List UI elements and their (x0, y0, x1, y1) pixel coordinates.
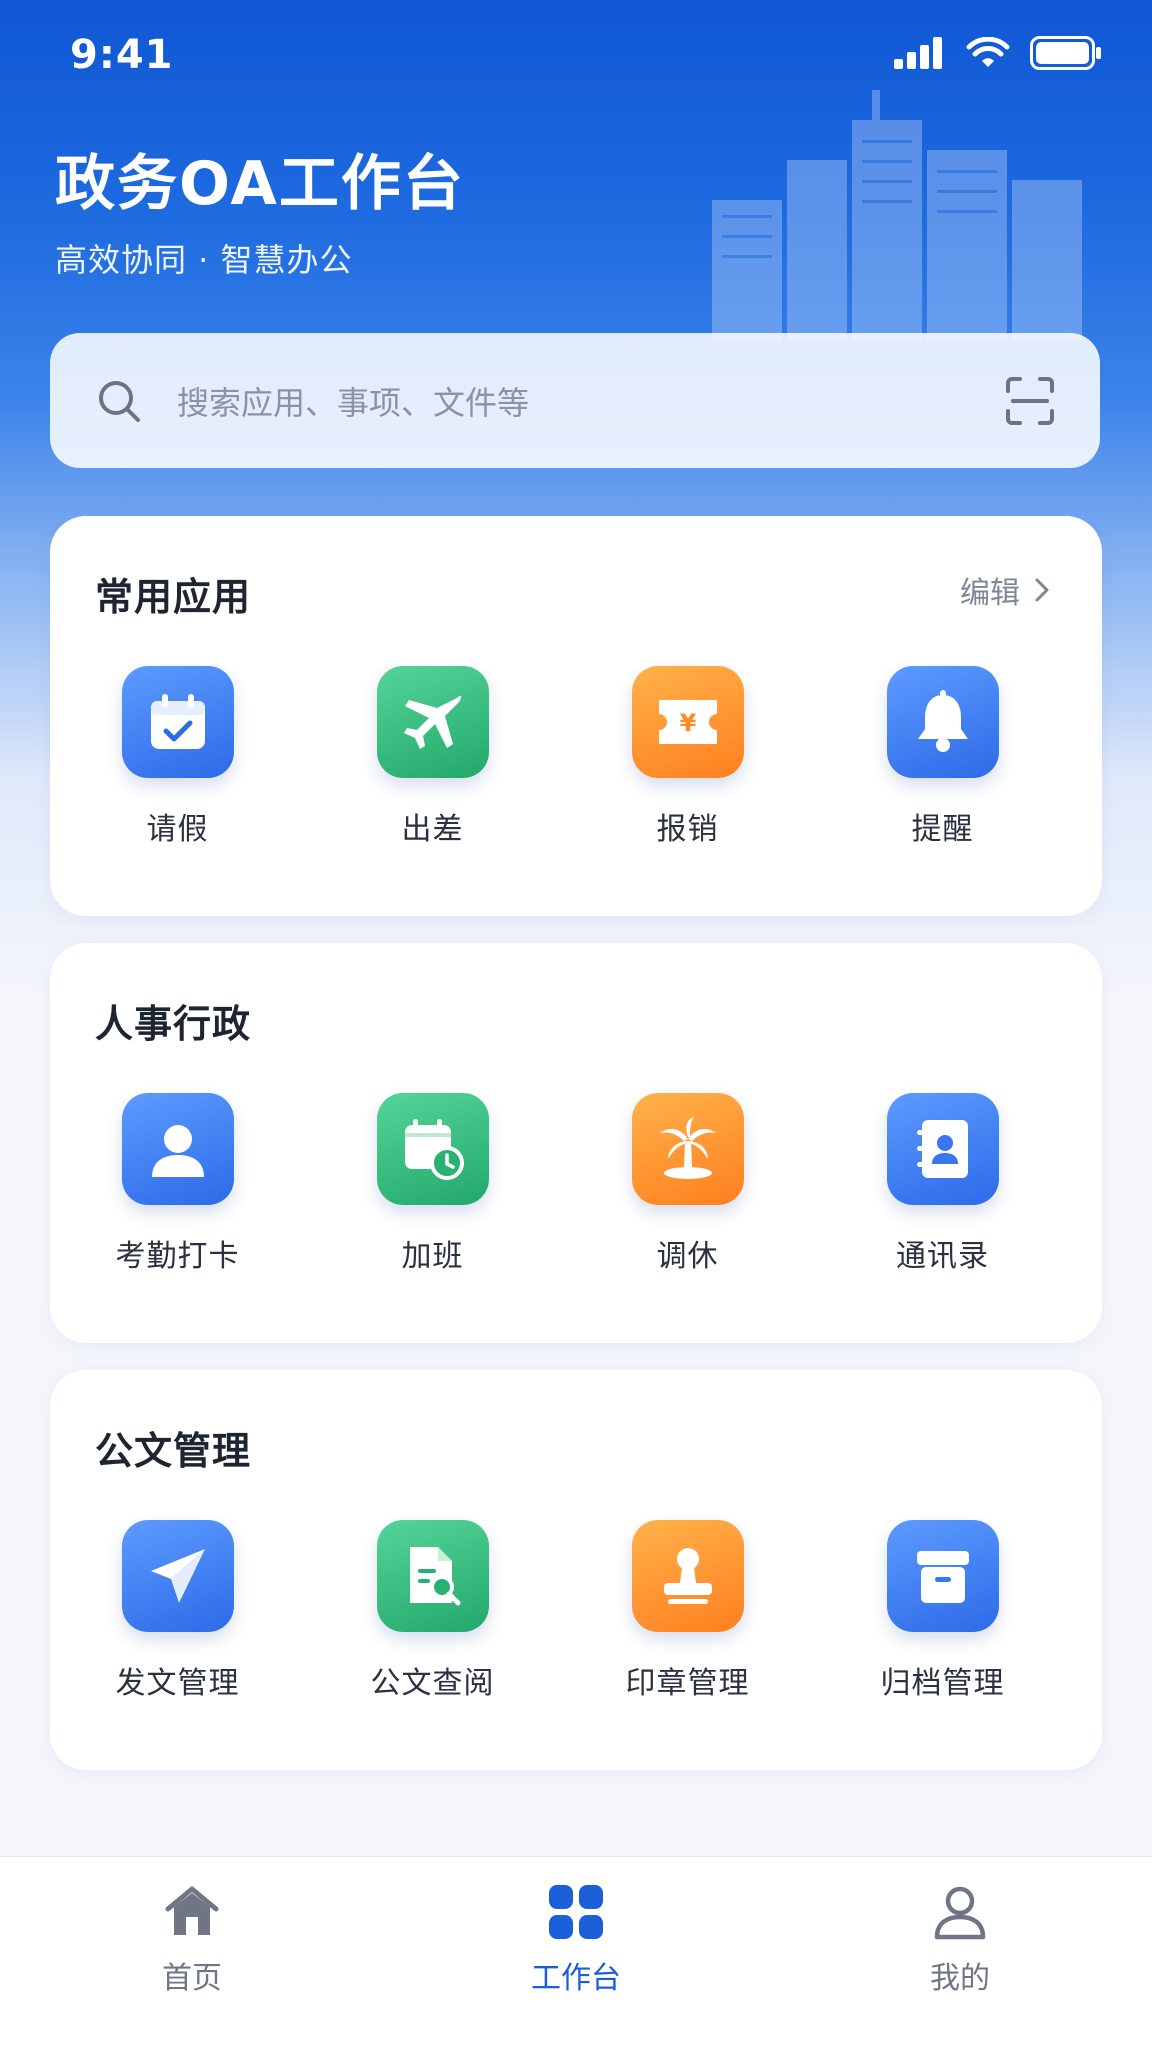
app-archive-management[interactable]: 归档管理 (815, 1520, 1070, 1702)
app-label: 考勤打卡 (115, 1239, 240, 1274)
app-label: 加班 (401, 1239, 464, 1274)
svg-text:¥: ¥ (679, 709, 696, 737)
status-time: 9:41 (70, 32, 174, 78)
search-icon (99, 380, 140, 422)
yen-ticket-icon: ¥ (658, 700, 717, 744)
app-reimbursement[interactable]: ¥ 报销 (560, 666, 815, 848)
search-input[interactable]: 搜索应用、事项、文件等 (177, 378, 1005, 424)
app-label: 提醒 (911, 812, 974, 847)
home-icon (165, 1886, 219, 1935)
app-attendance[interactable]: 考勤打卡 (50, 1093, 305, 1275)
section-title: 常用应用 (95, 575, 252, 619)
app-label: 通讯录 (896, 1239, 989, 1274)
app-label: 出差 (401, 812, 464, 847)
app-label: 调休 (656, 1239, 719, 1274)
app-label: 请假 (146, 812, 209, 847)
stamp-icon (663, 1548, 712, 1604)
app-label: 发文管理 (115, 1666, 240, 1701)
archive-box-icon (916, 1551, 969, 1603)
calendar-clock-icon (404, 1119, 464, 1180)
tab-label: 首页 (162, 1961, 222, 1996)
app-seal-management[interactable]: 印章管理 (560, 1520, 815, 1702)
search-bar[interactable]: 搜索应用、事项、文件等 (50, 333, 1100, 468)
bell-icon (917, 690, 968, 752)
bottom-tab-bar: 首页 工作台 我的 (0, 1856, 1152, 2049)
section-hr-admin: 人事行政 考勤打卡 加班 调休 通讯录 (50, 943, 1102, 1343)
tab-label: 工作台 (531, 1961, 621, 1996)
page-subtitle: 高效协同 · 智慧办公 (55, 241, 353, 279)
section-common-apps: 常用应用 编辑 请假 出差 ¥ 报销 提醒 (50, 516, 1102, 916)
scan-icon[interactable] (1005, 376, 1055, 426)
airplane-icon (403, 695, 461, 749)
page-title: 政务OA工作台 (55, 149, 465, 219)
app-label: 印章管理 (625, 1666, 750, 1701)
app-dispatch[interactable]: 发文管理 (50, 1520, 305, 1702)
edit-label: 编辑 (960, 576, 1020, 611)
tab-label: 我的 (930, 1961, 990, 1996)
section-title: 人事行政 (95, 1002, 252, 1046)
app-overtime[interactable]: 加班 (305, 1093, 560, 1275)
building-skyline-illustration (712, 90, 1082, 340)
tab-profile[interactable]: 我的 (768, 1857, 1152, 2049)
user-icon (151, 1125, 204, 1177)
profile-icon (934, 1886, 986, 1940)
app-leave[interactable]: 请假 (50, 666, 305, 848)
palm-tree-icon (659, 1117, 716, 1179)
section-document-management: 公文管理 发文管理 公文查阅 印章管理 归档管理 (50, 1370, 1102, 1770)
calendar-check-icon (150, 694, 205, 749)
section-title: 公文管理 (95, 1429, 252, 1473)
grid-icon (549, 1885, 603, 1939)
paper-plane-icon (150, 1549, 205, 1603)
battery-icon (1030, 36, 1101, 70)
app-business-trip[interactable]: 出差 (305, 666, 560, 848)
app-label: 公文查阅 (370, 1666, 495, 1701)
app-label: 报销 (656, 812, 719, 847)
edit-button[interactable]: 编辑 (960, 568, 1052, 612)
wifi-icon (966, 37, 1010, 67)
tab-workbench[interactable]: 工作台 (384, 1857, 768, 2049)
chevron-right-icon (1035, 578, 1049, 602)
document-search-icon (409, 1547, 460, 1606)
signal-icon (894, 37, 942, 69)
app-reminder[interactable]: 提醒 (815, 666, 1070, 848)
tab-home[interactable]: 首页 (0, 1857, 384, 2049)
app-document-lookup[interactable]: 公文查阅 (305, 1520, 560, 1702)
status-bar: 9:41 (0, 0, 1152, 110)
app-time-off[interactable]: 调休 (560, 1093, 815, 1275)
app-label: 归档管理 (880, 1666, 1005, 1701)
contact-book-icon (916, 1120, 968, 1178)
app-contacts[interactable]: 通讯录 (815, 1093, 1070, 1275)
